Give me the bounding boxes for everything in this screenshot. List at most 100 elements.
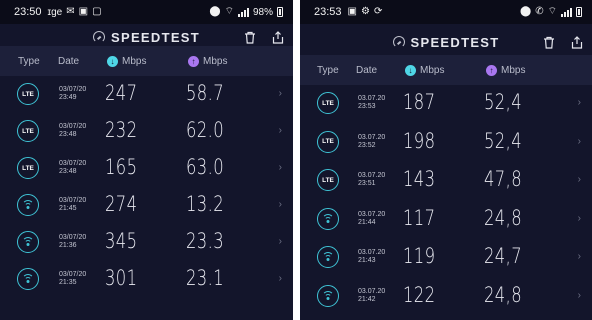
result-date: 03/07/20 23:48 [59, 123, 86, 139]
lte-icon: LTE [317, 92, 339, 114]
share-icon [571, 35, 583, 49]
column-date[interactable]: Date [58, 56, 79, 67]
signal-icon [237, 7, 249, 17]
status-bar: 23:53 ▣ ⚙ ⟳ ⬤ ✆ ⌔ [300, 0, 592, 24]
share-button[interactable] [269, 28, 287, 46]
download-value: 143 [403, 167, 436, 191]
upload-arrow-icon: ↑ [486, 64, 497, 76]
column-download[interactable]: ↓ Mbps [107, 55, 146, 67]
column-upload-label: Mbps [501, 64, 526, 76]
download-value: 165 [105, 155, 138, 179]
delete-button[interactable] [540, 33, 558, 51]
delete-button[interactable] [241, 28, 259, 46]
app-title-text: SPEEDTEST [111, 29, 200, 45]
signal-icon [561, 7, 572, 17]
result-date-day: 03/07/20 [59, 197, 87, 204]
column-type[interactable]: Type [18, 56, 40, 67]
box-icon: ▢ [92, 6, 102, 17]
result-row[interactable]: 03/07/20 21:45 274 13.2 › [0, 187, 293, 224]
result-date: 03/07/20 21:45 [59, 197, 86, 213]
status-bar: 23:50 ɪge ✉ ▣ ▢ ⬤ ⌔ 98% [0, 0, 293, 24]
chevron-right-icon: › [577, 174, 581, 185]
results-header: Type Date ↓ Mbps ↑ Mbps [0, 46, 293, 76]
app-title: SPEEDTEST [93, 30, 200, 45]
result-date-time: 21:43 [358, 257, 376, 264]
lte-icon: LTE [317, 130, 339, 153]
download-value: 247 [105, 81, 138, 105]
status-time-suffix: ɪge [47, 6, 63, 18]
speedtest-gauge-icon [392, 36, 405, 48]
result-date-day: 03.07.20 [358, 210, 386, 218]
result-row[interactable]: LTE 03.07.20 23:52 198 52,4 › [300, 124, 592, 163]
trash-icon [544, 36, 554, 49]
battery-percent: 98% [252, 6, 273, 18]
chevron-right-icon: › [278, 88, 282, 99]
upload-value: 24,8 [484, 205, 523, 230]
result-date-day: 03/07/20 [59, 234, 87, 241]
result-date-time: 21:36 [59, 242, 77, 249]
wifi-icon [17, 231, 39, 253]
result-row[interactable]: LTE 03/07/20 23:48 232 62.0 › [0, 113, 293, 150]
chevron-right-icon: › [577, 289, 581, 301]
result-date: 03.07.20 21:43 [358, 249, 385, 265]
download-value: 122 [403, 282, 436, 307]
column-type[interactable]: Type [317, 65, 339, 76]
screen-right: 23:53 ▣ ⚙ ⟳ ⬤ ✆ ⌔ SPEEDTEST Type Date ↓ … [300, 0, 592, 320]
result-row[interactable]: 03.07.20 21:42 122 24,8 › [300, 278, 592, 317]
download-value: 274 [105, 192, 138, 216]
result-date-time: 23:48 [59, 131, 77, 138]
result-row[interactable]: 03/07/20 21:35 301 23.1 › [0, 261, 293, 298]
wifi-status-icon: ⌔ [547, 6, 557, 17]
app-title: SPEEDTEST [392, 35, 500, 50]
app-bar-actions [241, 28, 287, 46]
result-row[interactable]: LTE 03.07.20 23:51 143 47,8 › [300, 162, 592, 201]
column-upload-label: Mbps [203, 55, 228, 67]
column-upload[interactable]: ↑ Mbps [188, 55, 228, 67]
result-date-time: 23:51 [358, 180, 376, 187]
lte-icon: LTE [317, 169, 339, 191]
column-upload[interactable]: ↑ Mbps [486, 64, 526, 76]
location-icon: ⬤ [520, 6, 532, 17]
result-date-day: 03.07.20 [358, 95, 386, 102]
status-time: 23:53 [314, 6, 342, 18]
wifi-icon [317, 246, 339, 268]
upload-value: 47,8 [484, 167, 523, 191]
result-date-day: 03.07.20 [358, 287, 386, 295]
result-row[interactable]: 03.07.20 21:43 119 24,7 › [300, 239, 592, 278]
download-value: 198 [403, 128, 436, 153]
column-download-label: Mbps [420, 64, 445, 76]
result-date-time: 21:35 [59, 279, 77, 286]
result-row[interactable]: LTE 03/07/20 23:49 247 58.7 › [0, 76, 293, 113]
result-date-time: 21:44 [358, 218, 376, 226]
column-download[interactable]: ↓ Mbps [405, 64, 445, 76]
lte-icon: LTE [17, 157, 39, 179]
trash-icon [245, 31, 255, 44]
battery-icon [576, 7, 582, 17]
upload-value: 13.2 [186, 192, 225, 216]
image-icon: ▣ [347, 6, 357, 17]
result-date: 03/07/20 23:48 [59, 160, 86, 176]
upload-value: 58.7 [186, 81, 225, 105]
result-date: 03.07.20 23:53 [358, 95, 385, 111]
image-icon: ▣ [78, 6, 89, 17]
results-header: Type Date ↓ Mbps ↑ Mbps [300, 55, 592, 85]
upload-value: 52,4 [484, 90, 523, 114]
result-date-time: 21:42 [358, 295, 376, 303]
column-date[interactable]: Date [356, 65, 377, 76]
share-button[interactable] [568, 33, 586, 51]
result-date-time: 21:45 [59, 205, 77, 212]
result-row[interactable]: 03.07.20 21:44 117 24,8 › [300, 201, 592, 240]
result-date: 03.07.20 21:44 [358, 211, 385, 227]
result-date-time: 23:53 [358, 103, 376, 110]
status-right: ⬤ ⌔ 98% [209, 7, 283, 18]
result-row[interactable]: LTE 03/07/20 23:48 165 63.0 › [0, 150, 293, 187]
result-row[interactable]: 03/07/20 21:36 345 23.3 › [0, 224, 293, 261]
mail-icon: ✉ [66, 6, 75, 17]
lte-icon: LTE [17, 120, 39, 142]
result-row[interactable]: LTE 03.07.20 23:53 187 52,4 › [300, 85, 592, 124]
speedtest-gauge-icon [93, 31, 105, 43]
notification-icons: ✉ ▣ ▢ [66, 7, 101, 17]
result-date: 03.07.20 23:52 [358, 134, 385, 150]
download-value: 187 [403, 90, 436, 114]
result-date-day: 03.07.20 [358, 133, 386, 141]
